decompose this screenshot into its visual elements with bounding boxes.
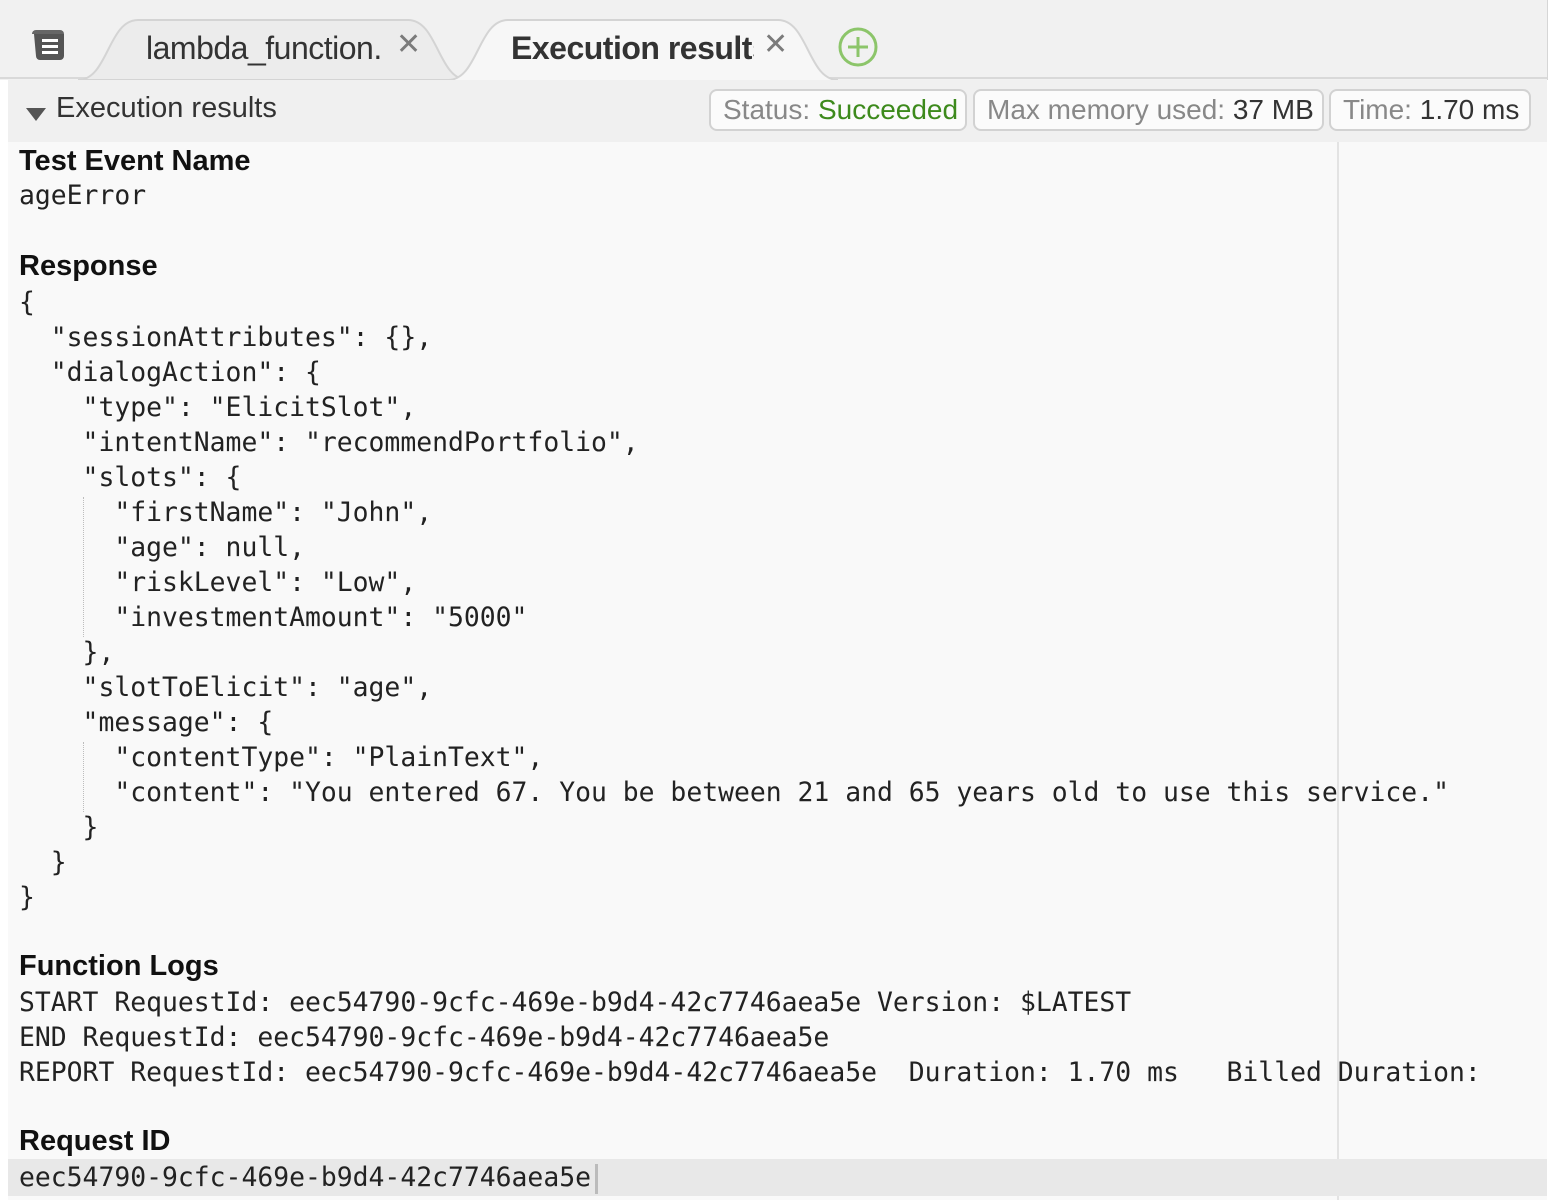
response-line: "age": null, bbox=[19, 532, 305, 563]
request-id-line: eec54790-9cfc-469e-b9d4-42c7746aea5e bbox=[19, 1160, 598, 1195]
response-line: "dialogAction": { bbox=[19, 357, 321, 388]
response-line: "slots": { bbox=[19, 462, 242, 493]
tab-label: lambda_function. bbox=[146, 30, 382, 66]
response-line: "content": "You entered 67. You be betwe… bbox=[19, 777, 1449, 808]
indent-guide bbox=[83, 497, 84, 637]
request-id-heading: Request ID bbox=[19, 1125, 171, 1157]
execution-results-header: Execution results Status: Succeeded Max … bbox=[8, 80, 1547, 144]
function-logs-heading: Function Logs bbox=[19, 950, 219, 982]
test-event-name-heading: Test Event Name bbox=[19, 145, 251, 177]
request-id-value: eec54790-9cfc-469e-b9d4-42c7746aea5e bbox=[19, 1162, 591, 1193]
log-line: REPORT RequestId: eec54790-9cfc-469e-b9d… bbox=[19, 1057, 1481, 1088]
response-line: "intentName": "recommendPortfolio", bbox=[19, 427, 639, 458]
response-line: "type": "ElicitSlot", bbox=[19, 392, 417, 423]
response-line: "message": { bbox=[19, 707, 274, 738]
log-line: START RequestId: eec54790-9cfc-469e-b9d4… bbox=[19, 987, 1132, 1018]
memory-value: 37 MB bbox=[1232, 94, 1314, 125]
execution-output[interactable]: Test Event Name ageError Response { "ses… bbox=[8, 142, 1547, 1200]
response-line: } bbox=[19, 882, 35, 913]
status-badge: Status: Succeeded bbox=[709, 89, 967, 131]
response-line: { bbox=[19, 287, 35, 318]
response-line: } bbox=[19, 847, 67, 878]
text-cursor bbox=[595, 1163, 598, 1194]
panel-title[interactable]: Execution results bbox=[56, 92, 277, 125]
response-line: "slotToElicit": "age", bbox=[19, 672, 433, 703]
tab-execution-results[interactable]: Execution results ✕ bbox=[448, 18, 848, 80]
response-line: }, bbox=[19, 637, 115, 668]
editor-tab-bar: lambda_function. ✕ Execution results ✕ bbox=[0, 0, 1548, 80]
test-event-name-value: ageError bbox=[19, 180, 147, 211]
response-line: "sessionAttributes": {}, bbox=[19, 322, 433, 353]
caret-down-icon[interactable] bbox=[26, 106, 46, 122]
memory-label: Max memory used: bbox=[987, 94, 1226, 125]
tab-label: Execution results bbox=[511, 30, 754, 66]
response-heading: Response bbox=[19, 250, 158, 282]
response-line: "investmentAmount": "5000" bbox=[19, 602, 528, 633]
log-line: END RequestId: eec54790-9cfc-469e-b9d4-4… bbox=[19, 1022, 830, 1053]
tab-lambda-function[interactable]: lambda_function. ✕ bbox=[78, 18, 478, 80]
add-tab-icon[interactable] bbox=[837, 26, 879, 68]
response-line: "contentType": "PlainText", bbox=[19, 742, 544, 773]
response-line: } bbox=[19, 812, 99, 843]
status-value: Succeeded bbox=[817, 94, 959, 125]
tab-menu-icon[interactable] bbox=[28, 26, 72, 66]
request-id-row[interactable]: eec54790-9cfc-469e-b9d4-42c7746aea5e bbox=[8, 1159, 1547, 1196]
print-margin-line bbox=[1337, 142, 1339, 1200]
status-label: Status: bbox=[723, 94, 811, 125]
time-label: Time: bbox=[1343, 94, 1412, 125]
indent-guide bbox=[83, 742, 84, 812]
time-badge: Time: 1.70 ms bbox=[1329, 89, 1531, 131]
close-tab-icon[interactable]: ✕ bbox=[396, 26, 421, 64]
response-line: "riskLevel": "Low", bbox=[19, 567, 417, 598]
response-line: "firstName": "John", bbox=[19, 497, 433, 528]
close-tab-icon[interactable]: ✕ bbox=[763, 26, 788, 64]
time-value: 1.70 ms bbox=[1419, 94, 1520, 125]
memory-badge: Max memory used: 37 MB bbox=[973, 89, 1324, 131]
